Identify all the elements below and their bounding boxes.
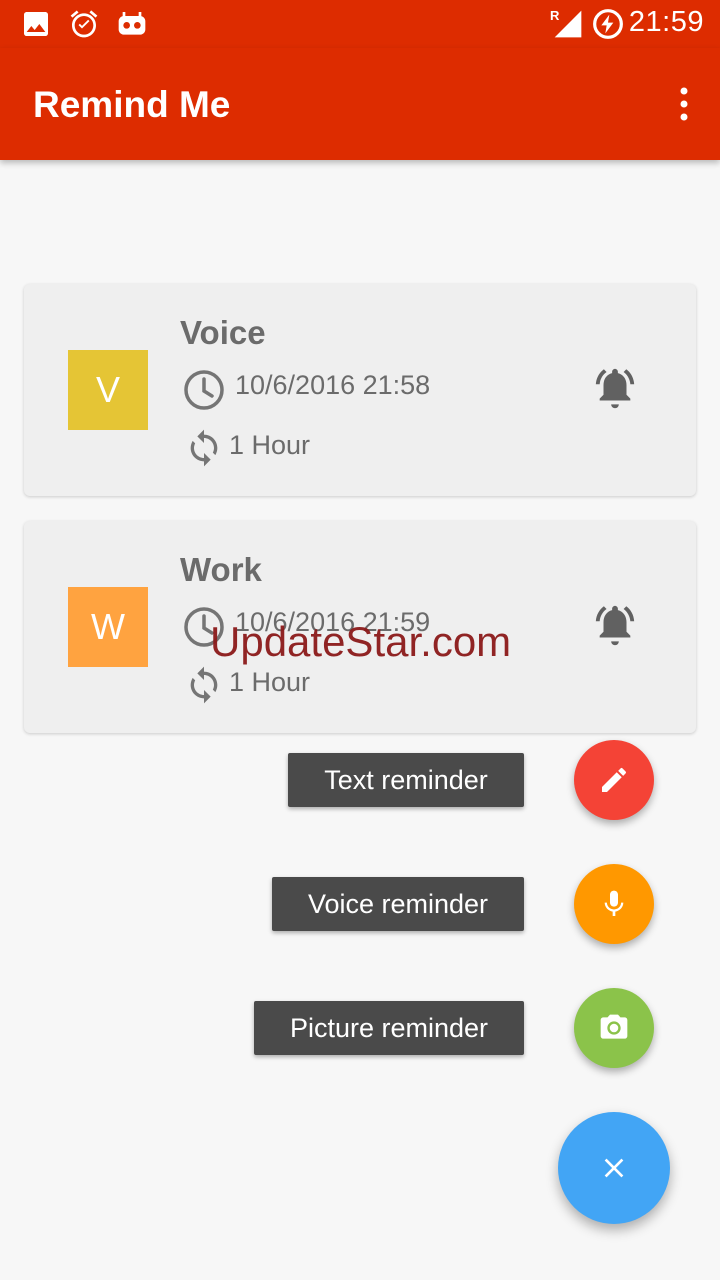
reminder-title: Work <box>180 551 262 588</box>
close-icon <box>604 1158 624 1178</box>
app-title: Remind Me <box>33 84 231 125</box>
image-icon <box>24 12 48 36</box>
status-time: 21:59 <box>628 6 704 38</box>
reminder-avatar: W <box>68 587 148 667</box>
reminder-datetime: 10/6/2016 21:58 <box>235 370 431 400</box>
more-vert-icon[interactable] <box>676 86 692 122</box>
picture-reminder-button[interactable] <box>574 988 654 1068</box>
alarm-bell-icon[interactable] <box>590 366 640 412</box>
camera-icon <box>600 1014 628 1039</box>
clock-icon <box>184 370 224 410</box>
reminder-repeat: 1 Hour <box>229 667 311 697</box>
repeat-icon <box>190 429 218 467</box>
voice-reminder-label[interactable]: Voice reminder <box>272 877 524 931</box>
microphone-icon <box>604 890 624 916</box>
app-bar: Remind Me <box>0 48 720 160</box>
voice-reminder-button[interactable] <box>574 864 654 944</box>
avatar-letter: W <box>91 606 125 647</box>
reminder-avatar: V <box>68 350 148 430</box>
reminder-title: Voice <box>180 314 266 351</box>
reminder-card[interactable]: V Voice 10/6/2016 21:58 1 Hour <box>24 284 696 496</box>
text-reminder-button[interactable] <box>574 740 654 820</box>
signal-icon <box>554 10 582 38</box>
robot-icon <box>118 12 146 35</box>
alarm-icon <box>70 10 98 38</box>
alarm-bell-icon[interactable] <box>590 603 640 649</box>
repeat-icon <box>190 666 218 704</box>
avatar-letter: V <box>95 369 120 410</box>
watermark: UpdateStar.com <box>210 618 512 665</box>
pencil-icon <box>602 767 627 792</box>
picture-reminder-label[interactable]: Picture reminder <box>254 1001 524 1055</box>
close-menu-button[interactable] <box>558 1112 670 1224</box>
text-reminder-label[interactable]: Text reminder <box>288 753 524 807</box>
battery-charging-icon <box>593 9 623 39</box>
reminder-repeat: 1 Hour <box>229 430 311 460</box>
status-bar: R 21:59 <box>0 0 720 48</box>
